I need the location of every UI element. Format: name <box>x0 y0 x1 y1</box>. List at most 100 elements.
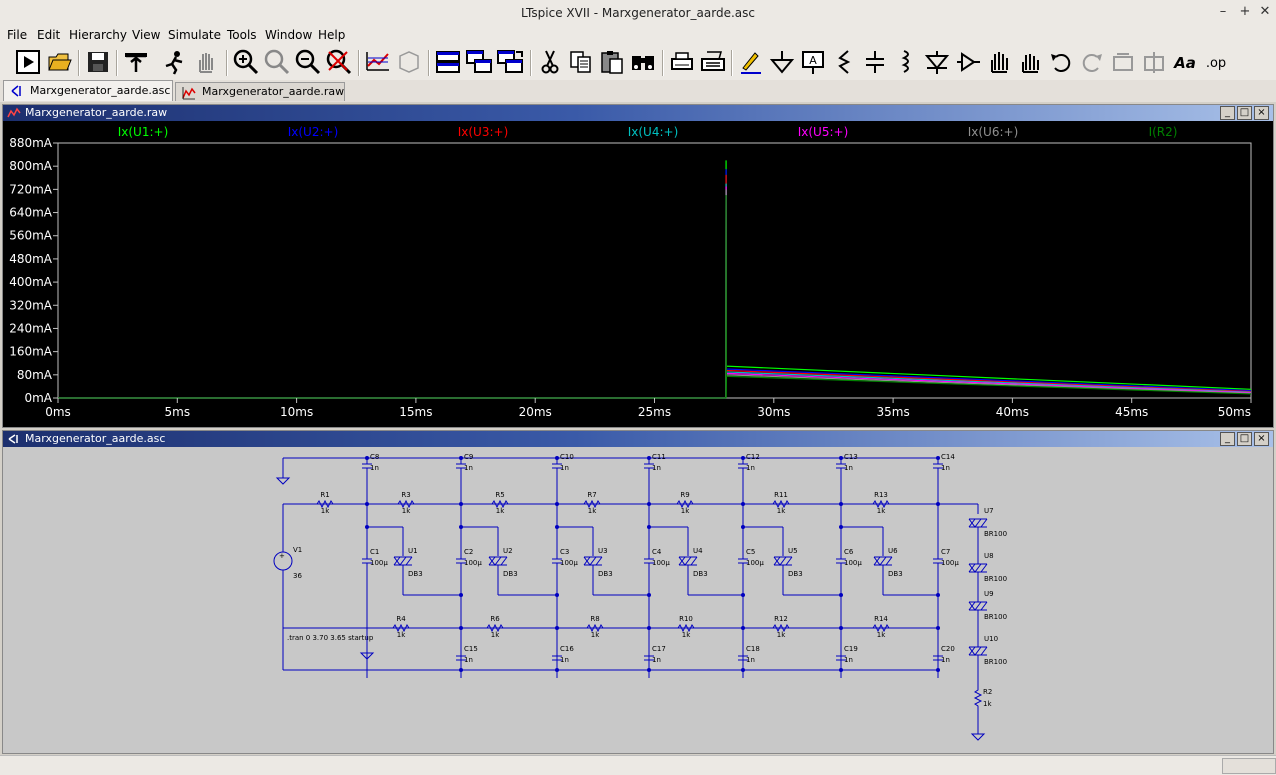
y-tick-label: 160mA <box>9 345 53 359</box>
junction-dot <box>555 668 559 672</box>
junction-dot <box>459 525 463 529</box>
copy-icon[interactable] <box>567 48 595 76</box>
inductor-icon[interactable] <box>892 48 920 76</box>
ground-icon[interactable] <box>768 48 796 76</box>
resistor-value: 1k <box>682 631 691 639</box>
capacitor-icon[interactable] <box>861 48 889 76</box>
resistor-value: 1k <box>588 507 597 515</box>
capacitor-value: 1n <box>560 656 569 664</box>
diac <box>393 556 413 566</box>
pane-close-button[interactable]: × <box>1254 432 1269 446</box>
autorange-icon[interactable] <box>364 48 392 76</box>
menu-tools[interactable]: Tools <box>227 28 257 42</box>
cut-icon[interactable] <box>536 48 564 76</box>
pane-close-button[interactable]: × <box>1254 106 1269 120</box>
junction-dot <box>459 626 463 630</box>
document-tabs: Marxgenerator_aarde.asc Marxgenerator_aa… <box>0 80 1276 102</box>
pan-hand-icon[interactable] <box>192 48 220 76</box>
diode-icon[interactable] <box>923 48 951 76</box>
x-tick-label: 25ms <box>638 405 671 419</box>
pane-maximize-button[interactable]: □ <box>1237 106 1252 120</box>
menu-file[interactable]: File <box>7 28 27 42</box>
diac-value: DB3 <box>503 570 518 578</box>
junction-dot <box>741 626 745 630</box>
maximize-button[interactable]: + <box>1236 4 1254 20</box>
undo-icon[interactable] <box>1047 48 1075 76</box>
x-tick-label: 45ms <box>1115 405 1148 419</box>
waveform-plot[interactable]: Ix(U1:+) Ix(U2:+) Ix(U3:+) Ix(U4:+) Ix(U5:+)… <box>3 122 1273 426</box>
zoom-cancel-icon[interactable] <box>325 48 353 76</box>
component-icon[interactable] <box>954 48 982 76</box>
junction-dot <box>741 525 745 529</box>
zoom-full-icon[interactable] <box>263 48 291 76</box>
capacitor-value: 1n <box>746 464 755 472</box>
minimize-button[interactable]: – <box>1214 4 1232 20</box>
junction-dot <box>459 456 463 460</box>
rotate-icon[interactable] <box>1109 48 1137 76</box>
menu-edit[interactable]: Edit <box>37 28 60 42</box>
capacitor-ref: C9 <box>464 453 473 461</box>
diac-value: DB3 <box>888 570 903 578</box>
legend-entry: Ix(U4:+) <box>628 125 679 139</box>
find-icon[interactable] <box>629 48 657 76</box>
resistor-value: 1k <box>681 507 690 515</box>
capacitor-value: 1n <box>844 656 853 664</box>
pane-minimize-button[interactable]: _ <box>1220 106 1235 120</box>
diac-ref: U3 <box>598 547 608 555</box>
tab-schematic[interactable]: Marxgenerator_aarde.asc <box>3 80 173 101</box>
capacitor-ref: C5 <box>746 548 755 556</box>
tab-waveform[interactable]: Marxgenerator_aarde.raw <box>175 82 345 101</box>
resistor-value: 1k <box>591 631 600 639</box>
y-tick-label: 480mA <box>9 252 53 266</box>
resistor-value: 1k <box>397 631 406 639</box>
zoom-out-icon[interactable] <box>294 48 322 76</box>
svg-text:A: A <box>809 54 817 67</box>
resistor-icon[interactable] <box>830 48 858 76</box>
control-panel-icon[interactable] <box>122 48 150 76</box>
fit-icon[interactable] <box>395 48 423 76</box>
x-tick-label: 10ms <box>280 405 313 419</box>
pane-maximize-button[interactable]: □ <box>1237 432 1252 446</box>
move-icon[interactable] <box>985 48 1013 76</box>
series-line <box>58 160 1252 399</box>
resistor-value: 1k <box>877 631 886 639</box>
menu-simulate[interactable]: Simulate <box>168 28 221 42</box>
redo-icon[interactable] <box>1078 48 1106 76</box>
label-net-icon[interactable]: A <box>799 48 827 76</box>
close-button[interactable]: ✕ <box>1256 4 1274 20</box>
y-tick-label: 240mA <box>9 321 53 335</box>
schematic-icon <box>11 85 21 97</box>
capacitor-ref: C20 <box>941 645 955 653</box>
save-icon[interactable] <box>84 48 112 76</box>
capacitor-value: 1n <box>844 464 853 472</box>
capacitor-ref: C10 <box>560 453 574 461</box>
tile-vertical-icon[interactable] <box>496 48 524 76</box>
resistor-value: 1k <box>321 507 330 515</box>
menu-help[interactable]: Help <box>318 28 345 42</box>
breakover-value: BR100 <box>984 613 1007 621</box>
zoom-in-icon[interactable] <box>232 48 260 76</box>
open-icon[interactable] <box>46 48 74 76</box>
menu-hierarchy[interactable]: Hierarchy <box>69 28 127 42</box>
schematic-canvas[interactable]: C8 1n C9 1n C10 1n C11 1n C12 1n C13 1n C14 1n R1 1k R3 1… <box>3 448 1273 752</box>
pane-minimize-button[interactable]: _ <box>1220 432 1235 446</box>
capacitor-value: 1n <box>941 464 950 472</box>
tile-horizontal-icon[interactable] <box>434 48 462 76</box>
menu-view[interactable]: View <box>132 28 160 42</box>
junction-dot <box>936 626 940 630</box>
mirror-icon[interactable] <box>1140 48 1168 76</box>
run-icon[interactable] <box>14 48 42 76</box>
text-icon[interactable]: Aa <box>1171 48 1199 76</box>
halt-icon[interactable] <box>160 48 188 76</box>
drag-icon[interactable] <box>1016 48 1044 76</box>
menu-window[interactable]: Window <box>265 28 312 42</box>
junction-dot <box>555 593 559 597</box>
print-icon[interactable] <box>699 48 727 76</box>
paste-icon[interactable] <box>598 48 626 76</box>
cascade-icon[interactable] <box>465 48 493 76</box>
spice-directive-icon[interactable]: .op <box>1202 48 1230 76</box>
draw-wire-icon[interactable] <box>737 48 765 76</box>
y-tick-label: 800mA <box>9 159 53 173</box>
y-tick-label: 320mA <box>9 298 53 312</box>
print-preview-icon[interactable] <box>668 48 696 76</box>
